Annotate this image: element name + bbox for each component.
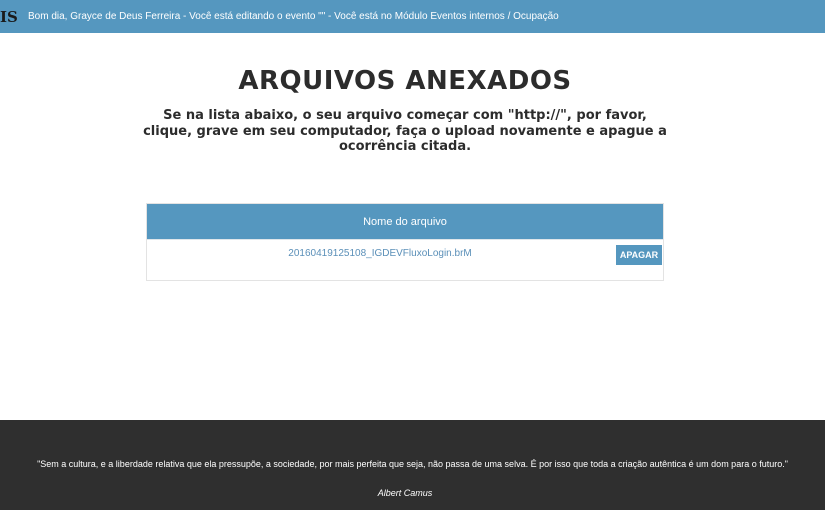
footer-quote: "Sem a cultura, e a liberdade relativa q… [37, 459, 788, 469]
greeting-text: Bom dia, Grayce de Deus Ferreira - Você … [28, 11, 559, 22]
instructions-text: Se na lista abaixo, o seu arquivo começa… [143, 108, 667, 154]
top-bar: IS Bom dia, Grayce de Deus Ferreira - Vo… [0, 0, 825, 33]
table-row: 20160419125108_IGDEVFluxoLogin.brM APAGA… [147, 239, 663, 269]
attachments-table: Nome do arquivo 20160419125108_IGDEVFlux… [146, 203, 664, 281]
footer: "Sem a cultura, e a liberdade relativa q… [0, 420, 825, 510]
column-header-filename: Nome do arquivo [363, 215, 447, 228]
table-header: Nome do arquivo [147, 204, 663, 239]
page-title: ARQUIVOS ANEXADOS [238, 66, 572, 96]
quote-author: Albert Camus [377, 488, 433, 498]
delete-button[interactable]: APAGAR [616, 245, 662, 265]
app-logo[interactable]: IS [0, 8, 22, 26]
file-link[interactable]: 20160419125108_IGDEVFluxoLogin.brM [147, 248, 613, 259]
